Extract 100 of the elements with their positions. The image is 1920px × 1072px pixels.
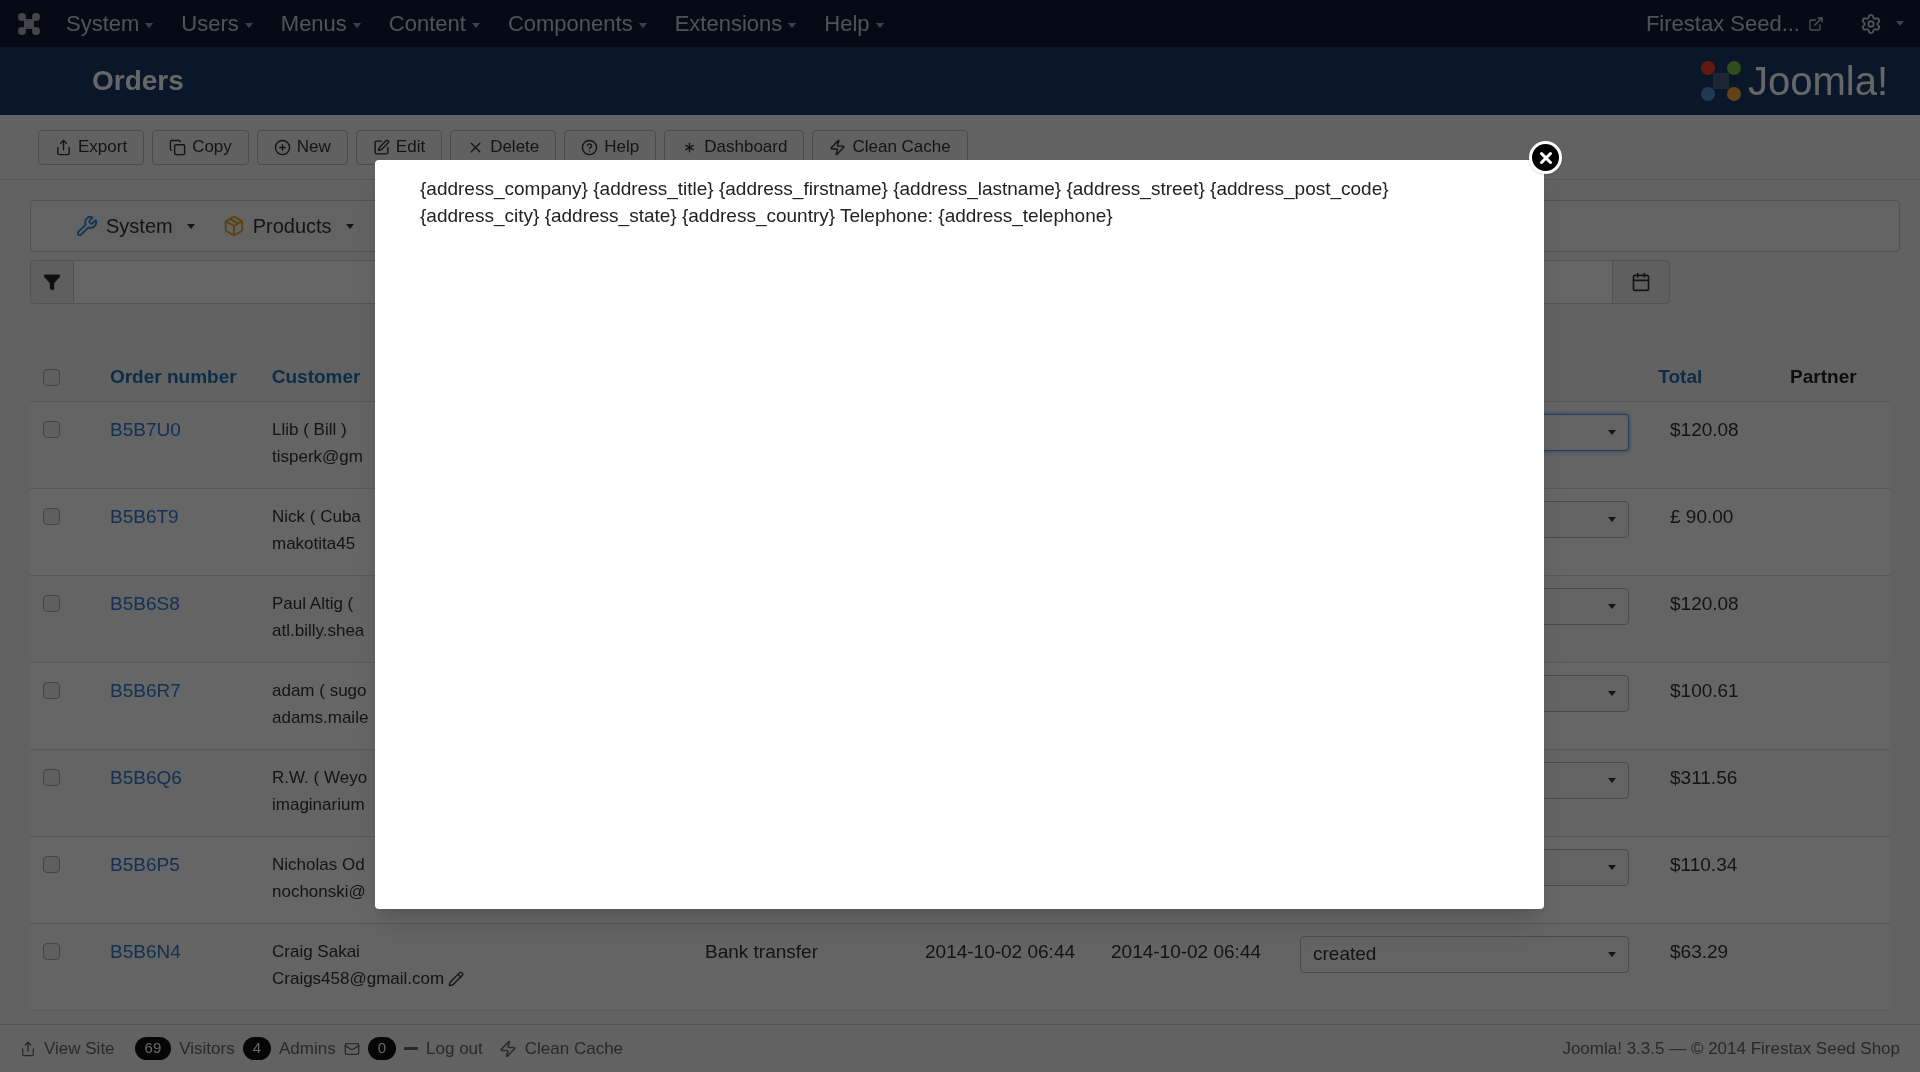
- filter-icon: [43, 273, 61, 291]
- caret-icon: [1608, 430, 1616, 435]
- copy-icon: [169, 138, 187, 156]
- status-select[interactable]: created: [1300, 936, 1629, 973]
- order-total: £ 90.00: [1670, 506, 1734, 527]
- order-total: $100.61: [1670, 680, 1739, 701]
- top-menu-item[interactable]: Help: [824, 7, 884, 40]
- caret-icon: [244, 22, 253, 28]
- caret-icon: [1896, 21, 1904, 26]
- help-icon: [581, 138, 599, 156]
- count-badge: 4: [242, 1037, 272, 1060]
- order-link[interactable]: B5B7U0: [110, 419, 181, 440]
- logout-link[interactable]: Log out: [426, 1035, 483, 1062]
- customer-name: Nicholas Od: [272, 854, 366, 876]
- customer-email: makotita45: [272, 533, 356, 555]
- order-total: $63.29: [1670, 941, 1729, 962]
- mail-icon: [343, 1040, 360, 1057]
- settings-icon[interactable]: [1860, 12, 1882, 35]
- top-menu-item[interactable]: Extensions: [674, 7, 797, 40]
- top-menu-item[interactable]: Components: [507, 7, 647, 40]
- page-title: Orders: [92, 65, 184, 97]
- order-total: $110.34: [1670, 854, 1738, 875]
- visitors-label: Visitors: [179, 1037, 235, 1060]
- row-checkbox[interactable]: [43, 682, 60, 699]
- close-button[interactable]: [1529, 141, 1562, 174]
- customer-name: Llib ( Bill ): [272, 419, 348, 441]
- clean-cache-link[interactable]: Clean Cache: [524, 1035, 624, 1062]
- view-site-link[interactable]: View Site: [44, 1035, 115, 1062]
- filter-button[interactable]: [30, 260, 74, 304]
- site-link[interactable]: Firestax Seed...: [1645, 7, 1800, 40]
- minus-icon: [404, 1047, 419, 1050]
- column-header[interactable]: Customer: [271, 366, 361, 388]
- lightning-icon: [829, 138, 847, 156]
- caret-icon: [1608, 778, 1616, 783]
- top-menu-item[interactable]: Menus: [280, 7, 361, 40]
- column-header: Partner: [1790, 366, 1857, 388]
- payment-method: Bank transfer: [705, 941, 818, 962]
- external-link-icon: [1808, 15, 1824, 32]
- caret-icon: [186, 223, 195, 229]
- plus-circle-icon: [273, 138, 291, 156]
- select-all-checkbox[interactable]: [43, 369, 60, 386]
- caret-icon: [788, 22, 797, 28]
- caret-icon: [1608, 691, 1616, 696]
- order-link[interactable]: B5B6Q6: [110, 767, 182, 788]
- export-icon: [20, 1040, 36, 1057]
- order-total: $120.08: [1670, 593, 1739, 614]
- caret-icon: [638, 22, 647, 28]
- export-icon: [55, 138, 72, 156]
- caret-icon: [1608, 865, 1616, 870]
- row-checkbox[interactable]: [43, 856, 60, 873]
- top-menu-item[interactable]: Users: [181, 7, 253, 40]
- count-badge: 69: [134, 1037, 172, 1060]
- order-link[interactable]: B5B6P5: [110, 854, 180, 875]
- wrench-icon: [76, 215, 98, 237]
- row-checkbox[interactable]: [43, 508, 60, 525]
- customer-name: Paul Altig (: [272, 593, 355, 615]
- pencil-icon[interactable]: [448, 970, 465, 987]
- caret-icon: [1608, 517, 1616, 522]
- customer-email: atl.billy.shea: [272, 620, 365, 642]
- column-header[interactable]: Total: [1658, 366, 1703, 388]
- caret-icon: [145, 22, 154, 28]
- customer-email: adams.maile: [272, 707, 369, 729]
- customer-email: tisperk@gm: [272, 446, 363, 468]
- column-header[interactable]: Order number: [109, 366, 237, 388]
- toolbar-button[interactable]: Copy: [152, 129, 249, 165]
- toolbar-button[interactable]: Export: [38, 129, 145, 165]
- top-menu-item[interactable]: Content: [388, 7, 480, 40]
- order-total: $311.56: [1670, 767, 1738, 788]
- caret-icon: [345, 223, 354, 229]
- top-menu-item[interactable]: System: [66, 7, 154, 40]
- submenu-item[interactable]: Products: [222, 211, 354, 241]
- version-text: Joomla! 3.3.5 — © 2014 Firestax Seed Shop: [1562, 1037, 1900, 1060]
- order-link[interactable]: B5B6R7: [110, 680, 181, 701]
- calendar-button[interactable]: [1612, 260, 1670, 304]
- row-checkbox[interactable]: [43, 421, 60, 438]
- caret-icon: [1608, 952, 1616, 957]
- caret-icon: [352, 22, 361, 28]
- customer-name: R.W. ( Weyo: [272, 767, 369, 789]
- order-total: $120.08: [1670, 419, 1739, 440]
- lightning-icon: [498, 1039, 517, 1058]
- count-badge: 0: [367, 1037, 397, 1060]
- submenu-item[interactable]: System: [76, 211, 195, 241]
- customer-name: adam ( sugo: [272, 680, 368, 702]
- row-checkbox[interactable]: [43, 943, 60, 960]
- customer-name: Nick ( Cuba: [272, 506, 362, 528]
- customer-email: nochonski@: [272, 881, 366, 903]
- toolbar-button[interactable]: New: [256, 129, 348, 165]
- customer-email: Craigs458@gmail.com: [272, 968, 445, 990]
- customer-email: imaginarium: [272, 794, 365, 816]
- order-link[interactable]: B5B6T9: [110, 506, 179, 527]
- caret-icon: [471, 22, 480, 28]
- toolbar-button[interactable]: Edit: [355, 129, 443, 165]
- order-link[interactable]: B5B6S8: [110, 593, 180, 614]
- row-checkbox[interactable]: [43, 595, 60, 612]
- admins-label: Admins: [279, 1037, 336, 1060]
- address-template-text: {address_company} {address_title} {address_firstname} {address_lastname} {address_street} {address_post_code} {address_city} {address_state} {address_country} Telephone: {address_telephone}: [420, 177, 1390, 229]
- box-icon: [222, 215, 245, 237]
- customer-name: Craig Sakai: [272, 941, 361, 963]
- order-link[interactable]: B5B6N4: [110, 941, 181, 962]
- row-checkbox[interactable]: [43, 769, 60, 786]
